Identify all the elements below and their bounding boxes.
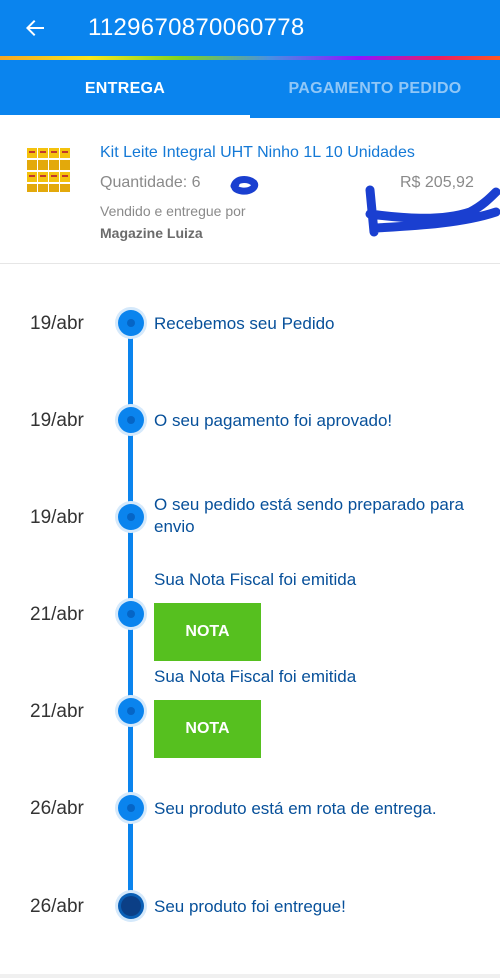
nota-button[interactable]: NOTA [154, 603, 261, 661]
event-text: Seu produto foi entregue! [154, 897, 346, 916]
timeline-dot [118, 310, 144, 336]
event-text: O seu pedido está sendo preparado para e… [154, 495, 465, 536]
nota-button[interactable]: NOTA [154, 700, 261, 758]
order-number: 1129670870060778 [88, 14, 305, 41]
event-date: 26/abr [30, 896, 84, 917]
redaction-scribble [230, 176, 259, 195]
event-date: 26/abr [30, 798, 84, 819]
seller-name: Magazine Luiza [100, 225, 203, 241]
timeline-dot [118, 601, 144, 627]
product-card[interactable]: Kit Leite Integral UHT Ninho 1L 10 Unida… [0, 118, 500, 264]
product-name[interactable]: Kit Leite Integral UHT Ninho 1L 10 Unida… [100, 144, 415, 162]
event-text: Recebemos seu Pedido [154, 314, 335, 333]
timeline-dot [118, 407, 144, 433]
tab-bar: ENTREGA PAGAMENTO PEDIDO [0, 60, 500, 118]
divider [0, 974, 500, 978]
event-date: 19/abr [30, 507, 84, 528]
product-quantity: Quantidade: 6 [100, 174, 201, 191]
product-price: R$ 205,92 [400, 174, 474, 191]
app-bar: 1129670870060778 [0, 0, 500, 58]
event-date: 21/abr [30, 604, 84, 625]
back-button[interactable] [20, 12, 50, 44]
event-date: 19/abr [30, 410, 84, 431]
event-text: Sua Nota Fiscal foi emitida [154, 667, 357, 686]
arrow-back-icon [26, 20, 44, 36]
event-text: Sua Nota Fiscal foi emitida [154, 570, 357, 589]
tab-delivery[interactable]: ENTREGA [0, 60, 250, 118]
product-image [27, 148, 70, 192]
event-text: Seu produto está em rota de entrega. [154, 799, 437, 818]
timeline-dot [118, 698, 144, 724]
timeline-dot [118, 795, 144, 821]
seller-label: Vendido e entregue por [100, 203, 246, 219]
timeline-dot-current [118, 893, 144, 919]
timeline-dot [118, 504, 144, 530]
event-date: 19/abr [30, 313, 84, 334]
event-text: O seu pagamento foi aprovado! [154, 411, 393, 430]
event-date: 21/abr [30, 701, 84, 722]
tab-payment[interactable]: PAGAMENTO PEDIDO [250, 60, 500, 118]
